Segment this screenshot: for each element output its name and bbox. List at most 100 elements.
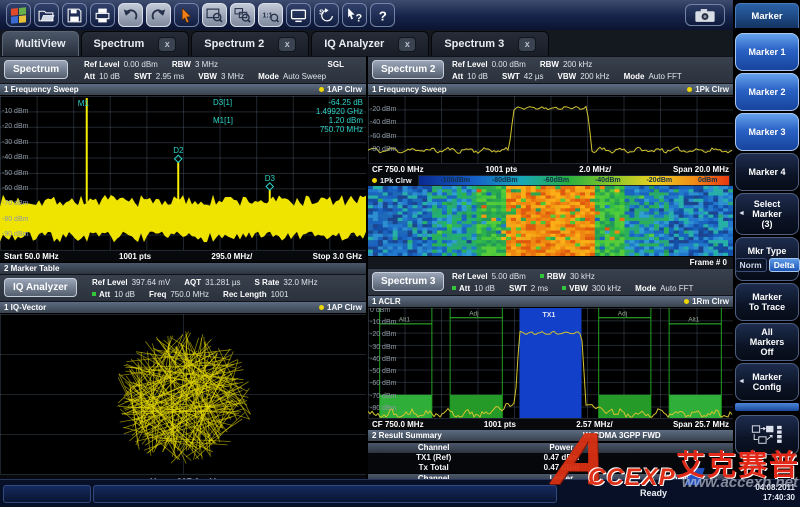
save-button[interactable] — [62, 3, 87, 27]
setting-mode[interactable]: ModeAuto Sweep — [258, 72, 326, 81]
softkey-mkr-type[interactable]: Mkr TypeNormDelta — [735, 237, 799, 281]
softkey-select-marker-3[interactable]: Select Marker (3)◄ — [735, 193, 799, 235]
spectrum2-plot[interactable]: -20 dBm-40 dBm-60 dBm-80 dBm — [368, 96, 733, 163]
help-button[interactable]: ? — [370, 3, 395, 27]
setting-s-rate[interactable]: S Rate32.0 MHz — [254, 278, 317, 287]
svg-text:?: ? — [356, 12, 362, 24]
zoom-display-button[interactable] — [202, 3, 227, 27]
setting-rbw[interactable]: RBW3 MHz — [172, 60, 218, 69]
display-button[interactable] — [286, 3, 311, 27]
summary-cell: 0.47 dBm — [499, 464, 623, 472]
spectrum1-app-button[interactable]: Spectrum — [4, 60, 68, 79]
summary-header-cell — [623, 444, 733, 452]
open-file-button[interactable] — [34, 3, 59, 27]
setting-label: Ref Level — [452, 272, 488, 281]
marker-table-bar[interactable]: 2 Marker Table — [0, 262, 366, 274]
tab-iq-analyzer[interactable]: IQ Analyzerx — [311, 31, 429, 56]
marker-name: D3[1] — [213, 98, 232, 107]
sweep-refresh-button[interactable]: S — [314, 3, 339, 27]
setting-rbw[interactable]: RBW30 kHz — [540, 272, 595, 281]
setting-vbw[interactable]: VBW200 kHz — [558, 72, 610, 81]
iq-app-button[interactable]: IQ Analyzer — [4, 278, 77, 297]
softkey-marker-2[interactable]: Marker 2 — [735, 73, 799, 111]
softkey-marker-3[interactable]: Marker 3 — [735, 113, 799, 151]
setting-ref-level[interactable]: Ref Level0.00 dBm — [452, 60, 526, 69]
spectrum3-app-button[interactable]: Spectrum 3 — [372, 272, 444, 291]
mkr-type-option-delta[interactable]: Delta — [769, 258, 800, 272]
print-button[interactable] — [90, 3, 115, 27]
redo-button[interactable] — [146, 3, 171, 27]
standard-label: W-CDMA 3GPP FWD — [511, 431, 733, 440]
help-pointer-icon: ? — [346, 7, 363, 24]
setting-value: 200 kHz — [580, 72, 609, 81]
y-axis-label: -70 dBm — [2, 200, 28, 207]
zoom-1to1-button[interactable]: 1:1 — [258, 3, 283, 27]
setting-att[interactable]: Att10 dB — [452, 72, 488, 81]
setting-ref-level[interactable]: Ref Level0.00 dBm — [84, 60, 158, 69]
tab-multiview[interactable]: MultiView — [2, 31, 79, 56]
setting-ref-level[interactable]: Ref Level5.00 dBm — [452, 272, 526, 281]
tab-close-icon[interactable]: x — [278, 37, 296, 52]
y-axis-label: -40 dBm — [2, 154, 28, 161]
y-axis-label: 0 dBm — [370, 308, 390, 314]
setting-mode[interactable]: ModeAuto FFT — [624, 72, 682, 81]
tab-label: Spectrum 2 — [204, 38, 264, 50]
points-label: 1001 pts — [484, 420, 516, 429]
tab-close-icon[interactable]: x — [518, 37, 536, 52]
windows-logo-button[interactable] — [6, 3, 31, 27]
summary-header-cell: Power — [499, 444, 623, 452]
setting-swt[interactable]: SWT2 ms — [509, 284, 548, 293]
setting-att[interactable]: Att10 dB — [452, 284, 495, 293]
tab-spectrum[interactable]: Spectrumx — [81, 31, 190, 56]
tab-close-icon[interactable]: x — [158, 37, 176, 52]
help-pointer-button[interactable]: ? — [342, 3, 367, 27]
setting-value: 0.00 dBm — [124, 60, 158, 69]
save-icon — [66, 7, 83, 24]
y-axis-label: -50 dBm — [2, 170, 28, 177]
setting-label: SGL — [328, 60, 344, 69]
setting-label: Ref Level — [92, 278, 128, 287]
screenshot-camera-button[interactable] — [685, 4, 725, 26]
submenu-arrow-icon: ◄ — [738, 209, 745, 219]
undo-button[interactable] — [118, 3, 143, 27]
setting-sgl[interactable]: SGL — [328, 60, 348, 69]
setting-freq[interactable]: Freq750.0 MHz — [149, 290, 209, 299]
tab-spectrum-3[interactable]: Spectrum 3x — [431, 31, 549, 56]
marker-amplitude: 1.20 dBm — [329, 116, 363, 125]
window-title: 1 ACLR — [372, 297, 401, 306]
setting-mode[interactable]: ModeAuto FFT — [635, 284, 693, 293]
softkey-marker-config[interactable]: Marker Config◄ — [735, 363, 799, 401]
iq-vector-plot[interactable] — [0, 314, 366, 474]
setting-swt[interactable]: SWT42 µs — [502, 72, 544, 81]
setting-att[interactable]: Att10 dB — [92, 290, 135, 299]
setting-vbw[interactable]: VBW300 kHz — [562, 284, 621, 293]
select-pointer-button[interactable] — [174, 3, 199, 27]
trace-legend: 1AP Clrw — [319, 303, 362, 312]
softkey-smartgrid-layout[interactable] — [735, 415, 799, 455]
setting-swt[interactable]: SWT2.95 ms — [134, 72, 184, 81]
setting-vbw[interactable]: VBW3 MHz — [198, 72, 244, 81]
setting-att[interactable]: Att10 dB — [84, 72, 120, 81]
tab-spectrum-2[interactable]: Spectrum 2 x — [191, 31, 309, 56]
softkey-marker-to-trace[interactable]: Marker To Trace — [735, 283, 799, 321]
zoom-multi-icon — [234, 7, 251, 24]
spectrum1-plot[interactable]: -10 dBm-20 dBm-30 dBm-40 dBm-50 dBm-60 d… — [0, 96, 366, 250]
svg-text:D2: D2 — [173, 146, 184, 155]
setting-aqt[interactable]: AQT31.281 µs — [184, 278, 240, 287]
date-label: 04.08.2011 — [755, 483, 795, 493]
zoom-multi-button[interactable] — [230, 3, 255, 27]
softkey-marker-4[interactable]: Marker 4 — [735, 153, 799, 191]
spectrogram[interactable] — [368, 186, 733, 256]
tab-close-icon[interactable]: x — [398, 37, 416, 52]
trace-legend: 1Rm Clrw — [684, 297, 729, 306]
setting-label: SWT — [134, 72, 152, 81]
y-axis-label: -80 dBm — [2, 216, 28, 223]
setting-ref-level[interactable]: Ref Level397.64 mV — [92, 278, 170, 287]
setting-rbw[interactable]: RBW200 kHz — [540, 60, 592, 69]
aclr-plot[interactable]: 0 dBm-10 dBm-20 dBm-30 dBm-40 dBm-50 dBm… — [368, 308, 733, 418]
setting-rec-length[interactable]: Rec Length1001 — [223, 290, 288, 299]
softkey-all-markers-off[interactable]: All Markers Off — [735, 323, 799, 361]
spectrum2-app-button[interactable]: Spectrum 2 — [372, 60, 444, 79]
mkr-type-option-norm[interactable]: Norm — [735, 258, 767, 272]
softkey-marker-1[interactable]: Marker 1 — [735, 33, 799, 71]
